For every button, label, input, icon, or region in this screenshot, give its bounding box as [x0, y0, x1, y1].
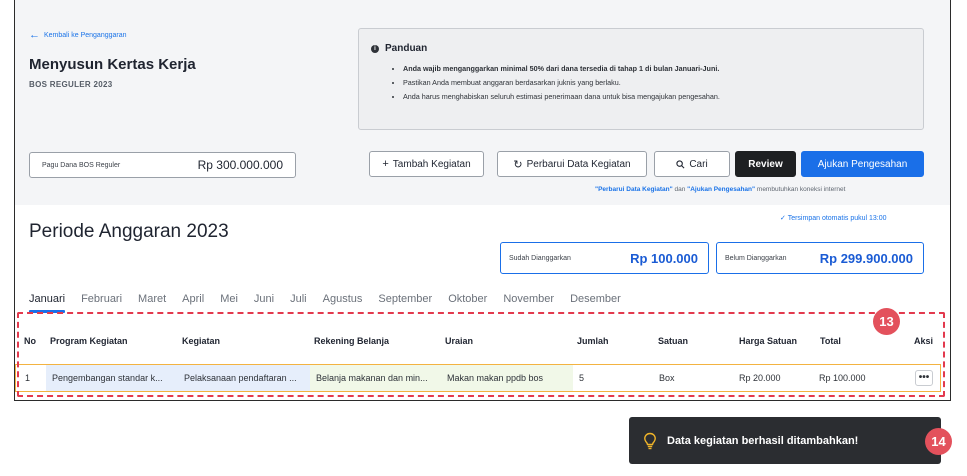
guide-item: Pastikan Anda membuat anggaran berdasark… — [403, 78, 911, 87]
cell-no: 1 — [25, 373, 31, 383]
arrow-left-icon: ← — [29, 29, 40, 41]
check-icon: ✓ — [780, 215, 786, 222]
budget-label: Pagu Dana BOS Reguler — [42, 161, 121, 169]
tab-januari[interactable]: Januari — [29, 293, 66, 313]
page-subtitle: BOS REGULER 2023 — [29, 80, 113, 89]
cell-total: Rp 100.000 — [819, 373, 866, 383]
unbudgeted-label: Belum Dianggarkan — [725, 254, 787, 262]
plus-icon: + — [382, 158, 389, 170]
tab-februari[interactable]: Februari — [81, 293, 122, 313]
cell-harga: Rp 20.000 — [739, 373, 781, 383]
budget-value: Rp 300.000.000 — [197, 158, 283, 172]
guide-header: i Panduan — [371, 43, 911, 54]
cell-program: Pengembangan standar k... — [46, 365, 178, 391]
review-label: Review — [748, 158, 783, 170]
page-title: Menyusun Kertas Kerja — [29, 56, 196, 73]
add-activity-label: Tambah Kegiatan — [392, 158, 471, 170]
col-satuan: Satuan — [658, 336, 689, 346]
search-button[interactable]: Cari — [654, 151, 730, 177]
review-button[interactable]: Review — [735, 151, 796, 177]
tab-juli[interactable]: Juli — [290, 293, 307, 313]
col-rekening: Rekening Belanja — [314, 336, 390, 346]
tab-desember[interactable]: Desember — [570, 293, 621, 313]
submit-approval-button[interactable]: Ajukan Pengesahan — [801, 151, 924, 177]
connection-note: "Perbarui Data Kegiatan" dan "Ajukan Pen… — [595, 186, 845, 193]
search-label: Cari — [689, 158, 708, 170]
unbudgeted-summary: Belum Dianggarkan Rp 299.900.000 — [716, 242, 924, 274]
tab-november[interactable]: November — [503, 293, 554, 313]
budgeted-value: Rp 100.000 — [630, 250, 698, 266]
col-no: No — [24, 336, 36, 346]
toast-message: Data kegiatan berhasil ditambahkan! — [667, 434, 859, 447]
col-aksi: Aksi — [914, 336, 934, 346]
guide-panel: i Panduan Anda wajib menganggarkan minim… — [358, 28, 924, 130]
cell-satuan: Box — [659, 373, 675, 383]
autosave-label: Tersimpan otomatis pukul 13:00 — [787, 215, 887, 222]
budget-ceiling-box: Pagu Dana BOS Reguler Rp 300.000.000 — [29, 152, 296, 178]
refresh-activity-button[interactable]: ↻ Perbarui Data Kegiatan — [497, 151, 647, 177]
connection-note-text: dan — [672, 186, 688, 193]
step-badge-14: 14 — [925, 428, 952, 455]
connection-note-action2: "Ajukan Pengesahan" — [687, 186, 756, 193]
col-jumlah: Jumlah — [577, 336, 609, 346]
cell-uraian: Makan makan ppdb bos — [441, 365, 573, 391]
cell-jumlah: 5 — [579, 373, 585, 383]
tab-agustus[interactable]: Agustus — [323, 293, 363, 313]
refresh-activity-label: Perbarui Data Kegiatan — [526, 158, 631, 170]
lightbulb-icon — [644, 432, 656, 449]
col-total: Total — [820, 336, 841, 346]
guide-item: Anda harus menghabiskan seluruh estimasi… — [403, 92, 911, 101]
unbudgeted-value: Rp 299.900.000 — [819, 250, 913, 266]
step-badge-13: 13 — [873, 308, 900, 335]
table-header: No Program Kegiatan Kegiatan Rekening Be… — [15, 336, 950, 350]
autosave-status: ✓ Tersimpan otomatis pukul 13:00 — [780, 214, 887, 222]
more-options-icon[interactable]: ••• — [915, 370, 933, 386]
tab-september[interactable]: September — [378, 293, 432, 313]
col-harga: Harga Satuan — [739, 336, 798, 346]
back-link[interactable]: ← Kembali ke Penganggaran — [29, 29, 127, 41]
submit-approval-label: Ajukan Pengesahan — [817, 158, 908, 170]
add-activity-button[interactable]: + Tambah Kegiatan — [369, 151, 484, 177]
app-window: ← Kembali ke Penganggaran Menyusun Kerta… — [14, 0, 951, 401]
budgeted-label: Sudah Dianggarkan — [509, 254, 571, 262]
tab-oktober[interactable]: Oktober — [448, 293, 487, 313]
col-uraian: Uraian — [445, 336, 474, 346]
back-link-label: Kembali ke Penganggaran — [44, 31, 127, 39]
refresh-icon: ↻ — [513, 158, 523, 171]
tab-april[interactable]: April — [182, 293, 204, 313]
success-toast: Data kegiatan berhasil ditambahkan! — [629, 417, 941, 464]
connection-note-suffix: membutuhkan koneksi internet — [755, 186, 846, 193]
guide-item: Anda wajib menganggarkan minimal 50% dar… — [403, 64, 911, 73]
month-tabs: Januari Februari Maret April Mei Juni Ju… — [29, 293, 621, 313]
col-program: Program Kegiatan — [50, 336, 128, 346]
cell-rekening: Belanja makanan dan min... — [310, 365, 441, 391]
period-title: Periode Anggaran 2023 — [29, 221, 229, 242]
cell-kegiatan: Pelaksanaan pendaftaran ... — [178, 365, 310, 391]
col-kegiatan: Kegiatan — [182, 336, 221, 346]
tab-juni[interactable]: Juni — [254, 293, 274, 313]
search-icon — [676, 159, 685, 168]
guide-title: Panduan — [385, 43, 428, 54]
info-icon: i — [371, 44, 379, 53]
connection-note-action1: "Perbarui Data Kegiatan" — [595, 186, 673, 193]
tab-mei[interactable]: Mei — [220, 293, 238, 313]
tab-maret[interactable]: Maret — [138, 293, 166, 313]
budgeted-summary: Sudah Dianggarkan Rp 100.000 — [500, 242, 709, 274]
table-row[interactable]: 1 Pengembangan standar k... Pelaksanaan … — [15, 364, 941, 392]
guide-list: Anda wajib menganggarkan minimal 50% dar… — [371, 64, 911, 101]
